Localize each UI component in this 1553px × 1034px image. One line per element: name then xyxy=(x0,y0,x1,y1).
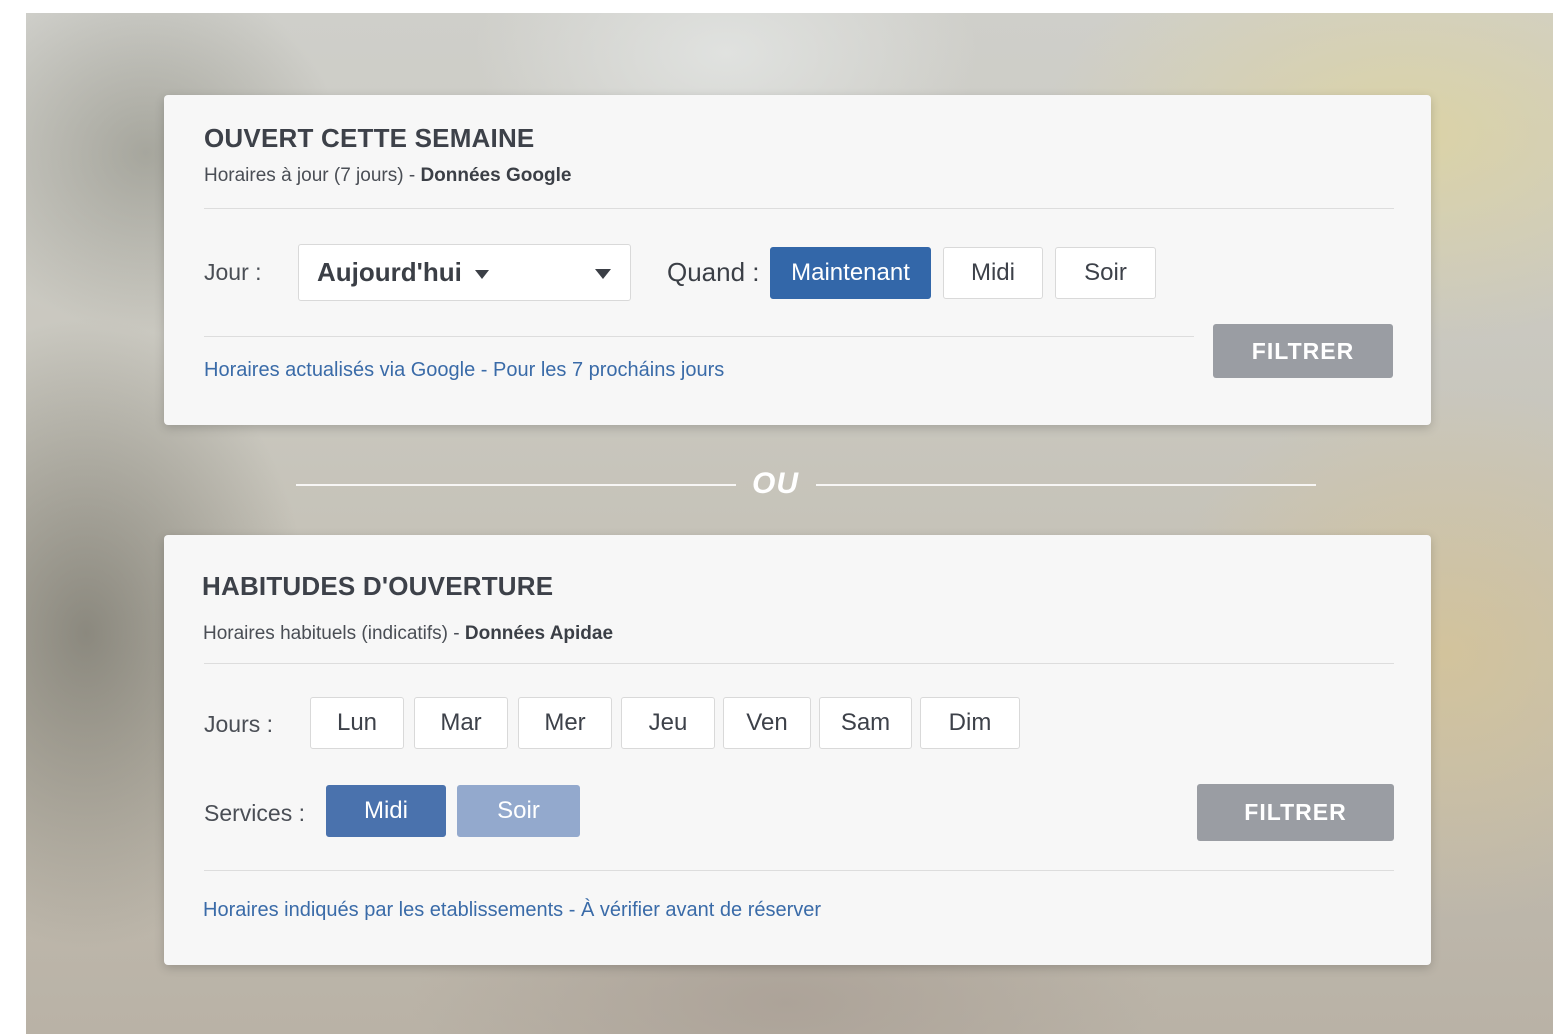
day-option-dim[interactable]: Dim xyxy=(920,697,1020,749)
subtitle-source: Données Apidae xyxy=(464,623,614,644)
info-note: Horaires actualisés via Google - Pour le… xyxy=(204,359,725,381)
card-title: HABITUDES D'OUVERTURE xyxy=(202,571,554,601)
day-option-mer[interactable]: Mer xyxy=(518,697,612,749)
subtitle-source: Données Google xyxy=(420,165,572,186)
services-label: Services : xyxy=(204,800,305,826)
info-note: Horaires indiqués par les etablissements… xyxy=(203,899,822,921)
subtitle-text: Horaires à jour (7 jours) - xyxy=(204,165,421,186)
separator-line-left xyxy=(296,484,736,486)
when-option-midi[interactable]: Midi xyxy=(943,247,1043,299)
day-label: Jour : xyxy=(204,259,262,285)
day-option-ven[interactable]: Ven xyxy=(723,697,811,749)
when-option-maintenant[interactable]: Maintenant xyxy=(770,247,931,299)
day-option-sam[interactable]: Sam xyxy=(819,697,912,749)
day-select-value: Aujourd'hui xyxy=(317,257,490,288)
divider xyxy=(204,870,1394,871)
page-background: OUVERT CETTE SEMAINE Horaires à jour (7 … xyxy=(26,13,1553,1034)
service-option-midi[interactable]: Midi xyxy=(326,785,446,837)
separator-label: OU xyxy=(752,467,799,500)
card-subtitle: Horaires à jour (7 jours) - Données Goog… xyxy=(204,165,571,187)
inline-caret-icon xyxy=(475,269,490,279)
separator-line-right xyxy=(816,484,1316,486)
day-option-mar[interactable]: Mar xyxy=(414,697,508,749)
card-subtitle: Horaires habituels (indicatifs) - Donnée… xyxy=(203,623,613,645)
subtitle-text: Horaires habituels (indicatifs) - xyxy=(203,623,465,644)
divider xyxy=(204,336,1194,337)
divider xyxy=(204,208,1394,209)
or-separator: OU xyxy=(26,465,1553,505)
day-option-lun[interactable]: Lun xyxy=(310,697,404,749)
opening-habits-card: HABITUDES D'OUVERTURE Horaires habituels… xyxy=(164,535,1431,965)
day-select[interactable]: Aujourd'hui xyxy=(298,244,631,301)
filter-button[interactable]: FILTRER xyxy=(1197,784,1394,841)
divider xyxy=(204,663,1394,664)
when-label: Quand : xyxy=(667,257,760,287)
card-title: OUVERT CETTE SEMAINE xyxy=(204,123,535,153)
day-option-jeu[interactable]: Jeu xyxy=(621,697,715,749)
chevron-down-icon[interactable] xyxy=(595,269,611,279)
days-label: Jours : xyxy=(204,711,274,737)
open-this-week-card: OUVERT CETTE SEMAINE Horaires à jour (7 … xyxy=(164,95,1431,425)
service-option-soir[interactable]: Soir xyxy=(457,785,580,837)
when-option-soir[interactable]: Soir xyxy=(1055,247,1156,299)
filter-button[interactable]: FILTRER xyxy=(1213,324,1393,378)
